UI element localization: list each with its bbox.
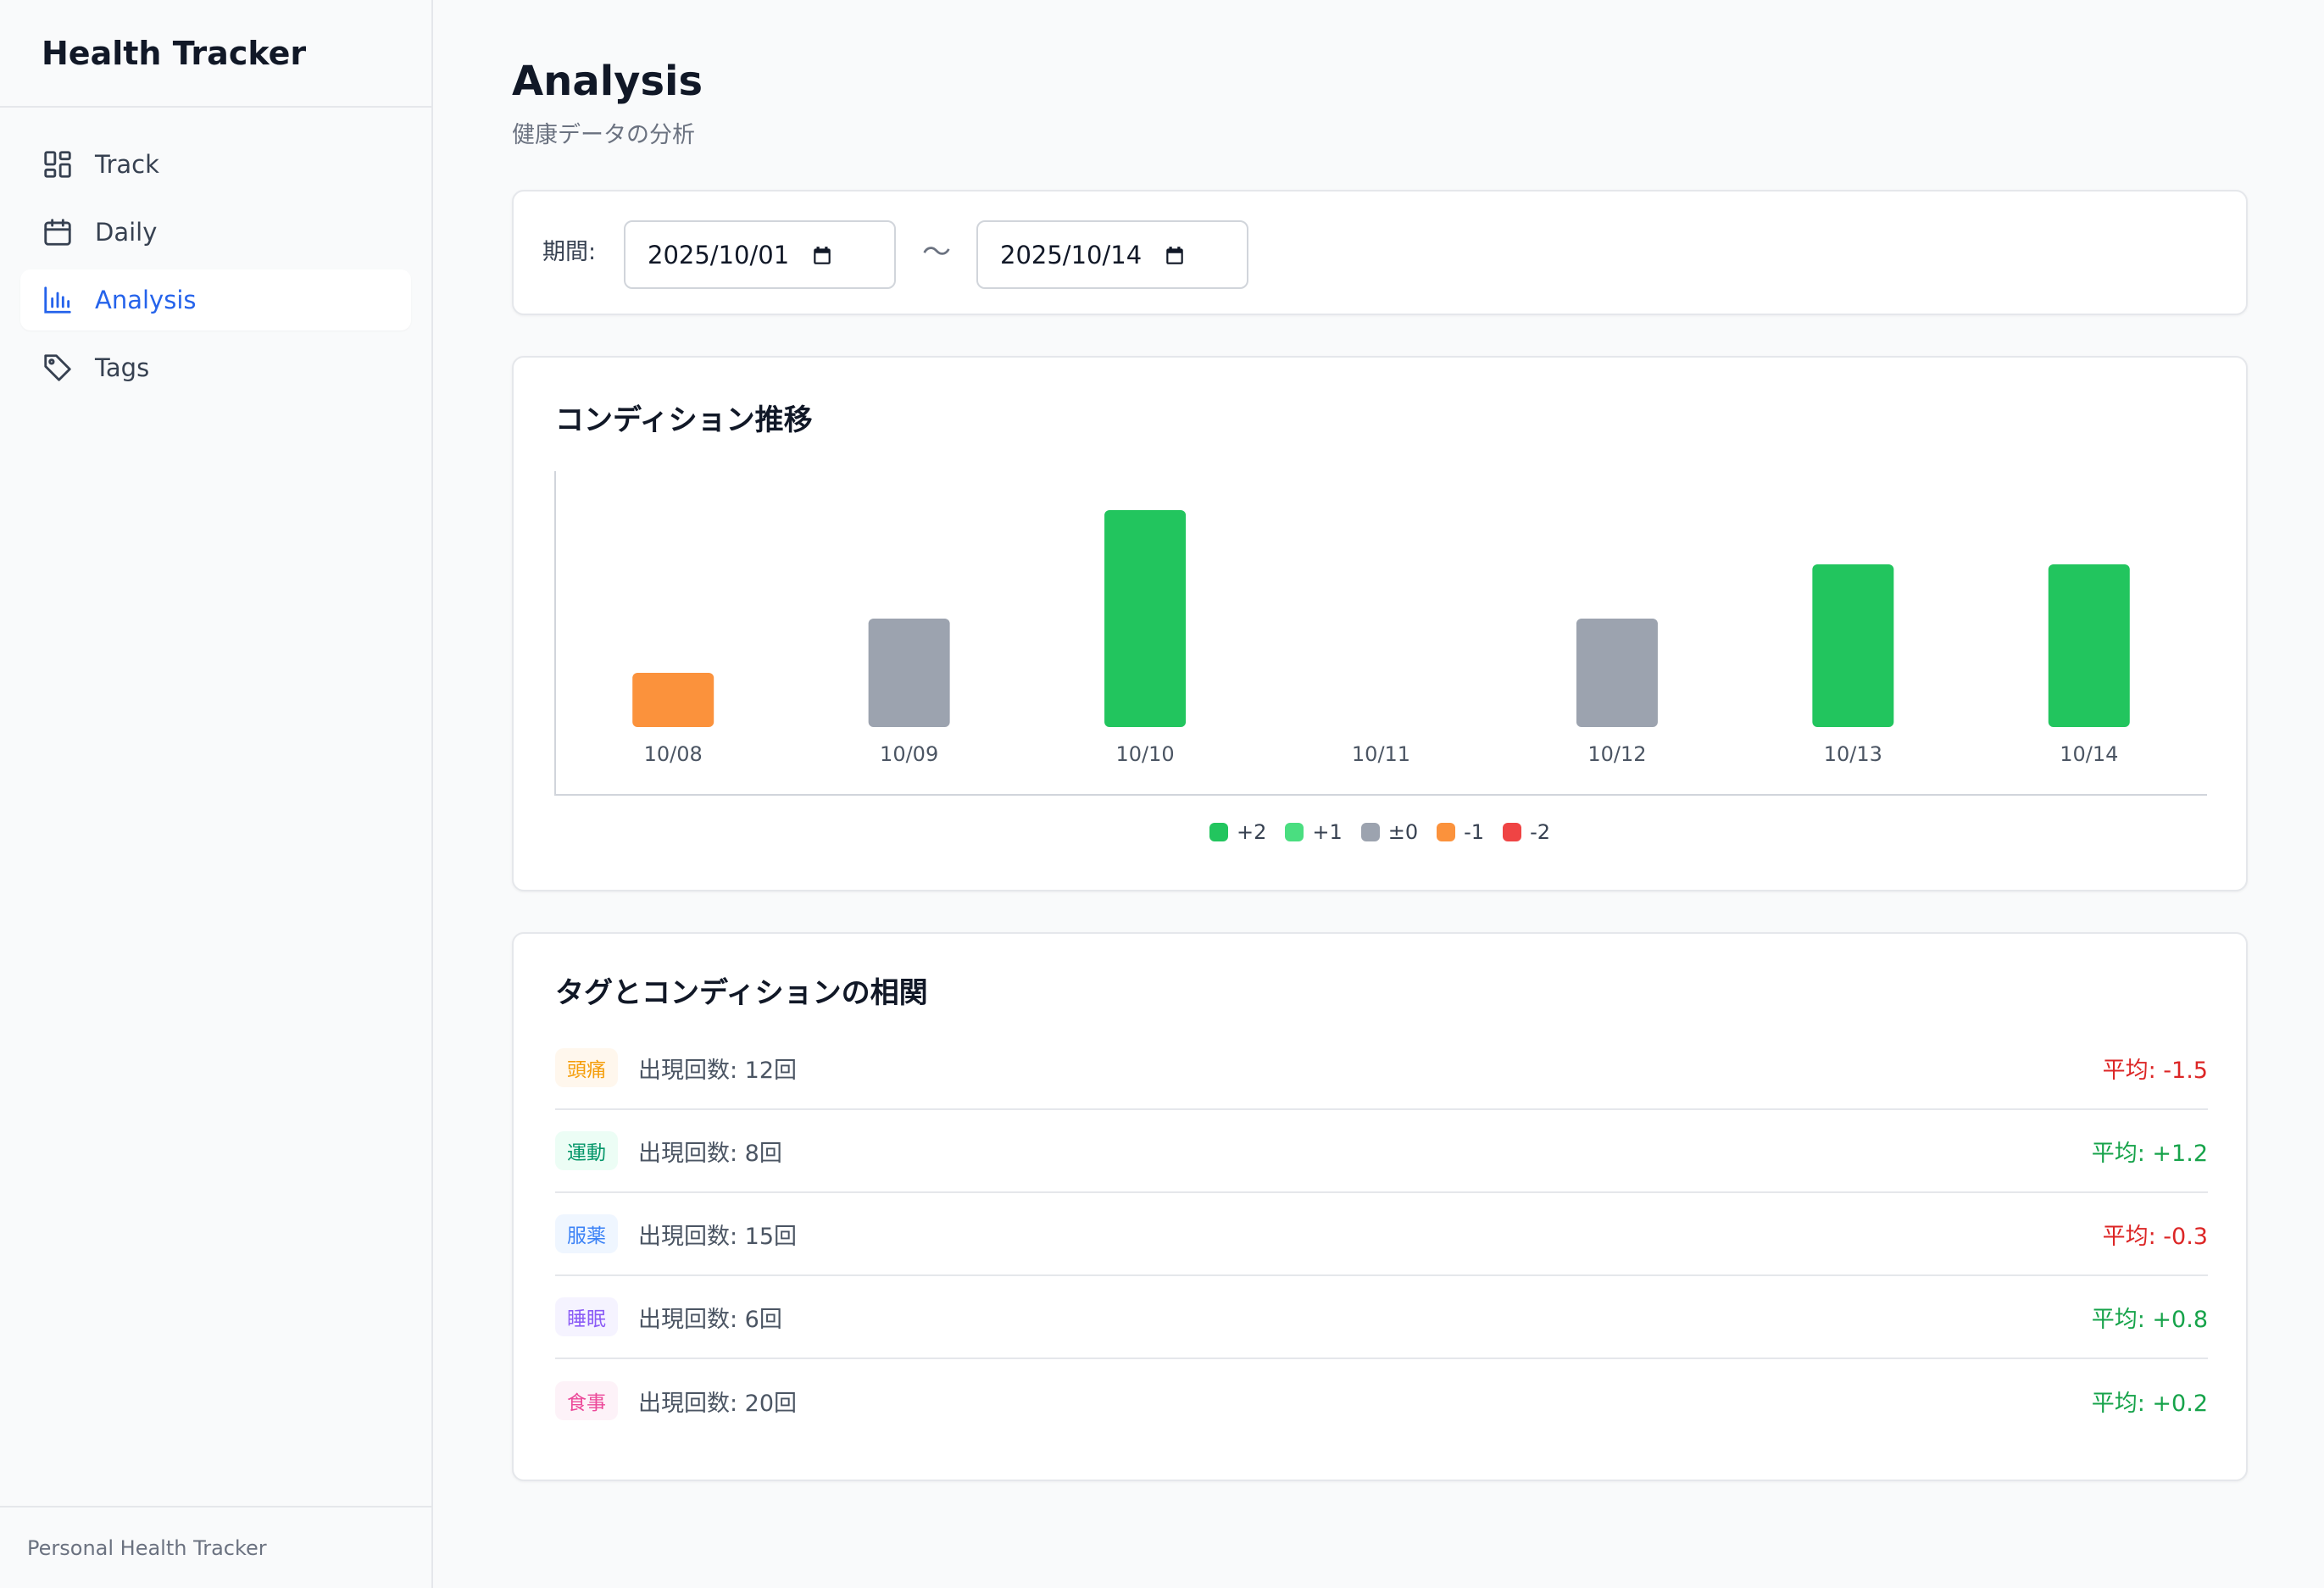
legend-swatch	[1285, 823, 1304, 841]
sidebar-footer: Personal Health Tracker	[0, 1506, 431, 1588]
app-brand: Health Tracker	[0, 0, 431, 108]
average-condition: 平均: +0.8	[2091, 1306, 2208, 1333]
sidebar-item-track[interactable]: Track	[20, 134, 411, 195]
calendar-picker-icon[interactable]	[811, 245, 833, 267]
chart-bar-10-10	[1104, 510, 1187, 727]
occurrence-count: 出現回数: 8回	[638, 1140, 782, 1167]
tag-correlation-card: タグとコンディションの相関 頭痛 出現回数: 12回 平均: -1.5 運動 出現回数:…	[512, 932, 2248, 1481]
legend-item: -1	[1437, 820, 1484, 844]
end-date-value: 2025/10/14	[1000, 240, 1143, 269]
legend-swatch	[1360, 823, 1380, 841]
period-filter-card: 期間: 2025/10/01 〜 2025/10/14	[512, 190, 2248, 315]
correlation-row: 食事 出現回数: 20回 平均: +0.2	[555, 1359, 2208, 1442]
sidebar-item-label: Analysis	[95, 286, 197, 314]
legend-label: -1	[1464, 820, 1485, 844]
tag-badge: 食事	[555, 1381, 618, 1420]
legend-label: +2	[1236, 820, 1267, 844]
condition-bar-chart: 10/08 10/09 10/10 10/11 10/12 10/13 10/14	[554, 471, 2207, 796]
tag-badge: 睡眠	[555, 1297, 618, 1336]
page-title: Analysis	[512, 58, 703, 105]
legend-label: ±0	[1387, 820, 1419, 844]
condition-chart-card: コンディション推移 10/08 10/09 10/10 10/11 10/12 10/13…	[512, 356, 2248, 891]
chart-x-tick-label: 10/13	[1824, 742, 1882, 766]
occurrence-count: 出現回数: 12回	[638, 1057, 798, 1084]
sidebar-item-daily[interactable]: Daily	[20, 202, 411, 263]
tag-badge: 運動	[555, 1131, 618, 1170]
chart-bar-10-08	[632, 673, 714, 727]
bar-chart-icon	[41, 283, 75, 317]
chart-x-tick-label: 10/11	[1352, 742, 1410, 766]
correlation-row: 運動 出現回数: 8回 平均: +1.2	[555, 1110, 2208, 1193]
end-date-input[interactable]: 2025/10/14	[976, 220, 1248, 289]
chart-x-tick-label: 10/14	[2060, 742, 2118, 766]
legend-swatch	[1437, 823, 1456, 841]
correlation-row: 服薬 出現回数: 15回 平均: -0.3	[555, 1193, 2208, 1276]
legend-item: +1	[1285, 820, 1343, 844]
correlation-row: 頭痛 出現回数: 12回 平均: -1.5	[555, 1027, 2208, 1110]
average-condition: 平均: +1.2	[2091, 1140, 2208, 1167]
sidebar-item-tags[interactable]: Tags	[20, 337, 411, 398]
chart-x-tick-label: 10/10	[1115, 742, 1174, 766]
sidebar: Health Tracker Track Daily Analysis Tags…	[0, 0, 433, 1588]
correlation-title: タグとコンディションの相関	[555, 976, 928, 1010]
legend-label: +1	[1312, 820, 1343, 844]
legend-swatch	[1209, 823, 1228, 841]
occurrence-count: 出現回数: 6回	[638, 1306, 782, 1333]
calendar-icon	[41, 215, 75, 249]
app-root: Health Tracker Track Daily Analysis Tags…	[0, 0, 2324, 1588]
chart-bar-10-12	[1576, 619, 1658, 727]
correlation-row: 睡眠 出現回数: 6回 平均: +0.8	[555, 1276, 2208, 1359]
legend-swatch	[1503, 823, 1522, 841]
page-subtitle: 健康データの分析	[512, 122, 695, 148]
sidebar-item-analysis[interactable]: Analysis	[20, 269, 411, 330]
period-label: 期間:	[542, 239, 597, 265]
chart-bar-10-09	[868, 619, 950, 727]
legend-item: -2	[1503, 820, 1550, 844]
chart-bar-10-13	[1812, 564, 1894, 727]
legend-item: +2	[1209, 820, 1266, 844]
start-date-input[interactable]: 2025/10/01	[624, 220, 896, 289]
sidebar-item-label: Tags	[95, 353, 150, 382]
start-date-value: 2025/10/01	[648, 240, 790, 269]
tag-icon	[41, 351, 75, 385]
sidebar-item-label: Track	[95, 150, 159, 179]
chart-x-tick-label: 10/09	[880, 742, 938, 766]
sidebar-item-label: Daily	[95, 218, 158, 247]
occurrence-count: 出現回数: 20回	[638, 1390, 798, 1417]
average-condition: 平均: -1.5	[2102, 1057, 2208, 1084]
tag-badge: 頭痛	[555, 1048, 618, 1087]
legend-label: -2	[1530, 820, 1551, 844]
chart-legend: +2 +1 ±0 -1 -2	[514, 820, 2246, 844]
dashboard-grid-icon	[41, 147, 75, 181]
average-condition: 平均: +0.2	[2091, 1390, 2208, 1417]
chart-bar-10-14	[2048, 564, 2130, 727]
average-condition: 平均: -0.3	[2102, 1223, 2208, 1250]
chart-x-tick-label: 10/12	[1587, 742, 1646, 766]
tag-badge: 服薬	[555, 1214, 618, 1253]
occurrence-count: 出現回数: 15回	[638, 1223, 798, 1250]
legend-item: ±0	[1360, 820, 1419, 844]
chart-x-tick-label: 10/08	[644, 742, 703, 766]
sidebar-nav: Track Daily Analysis Tags	[0, 108, 431, 398]
calendar-picker-icon[interactable]	[1164, 245, 1186, 267]
date-range-separator: 〜	[922, 236, 951, 269]
